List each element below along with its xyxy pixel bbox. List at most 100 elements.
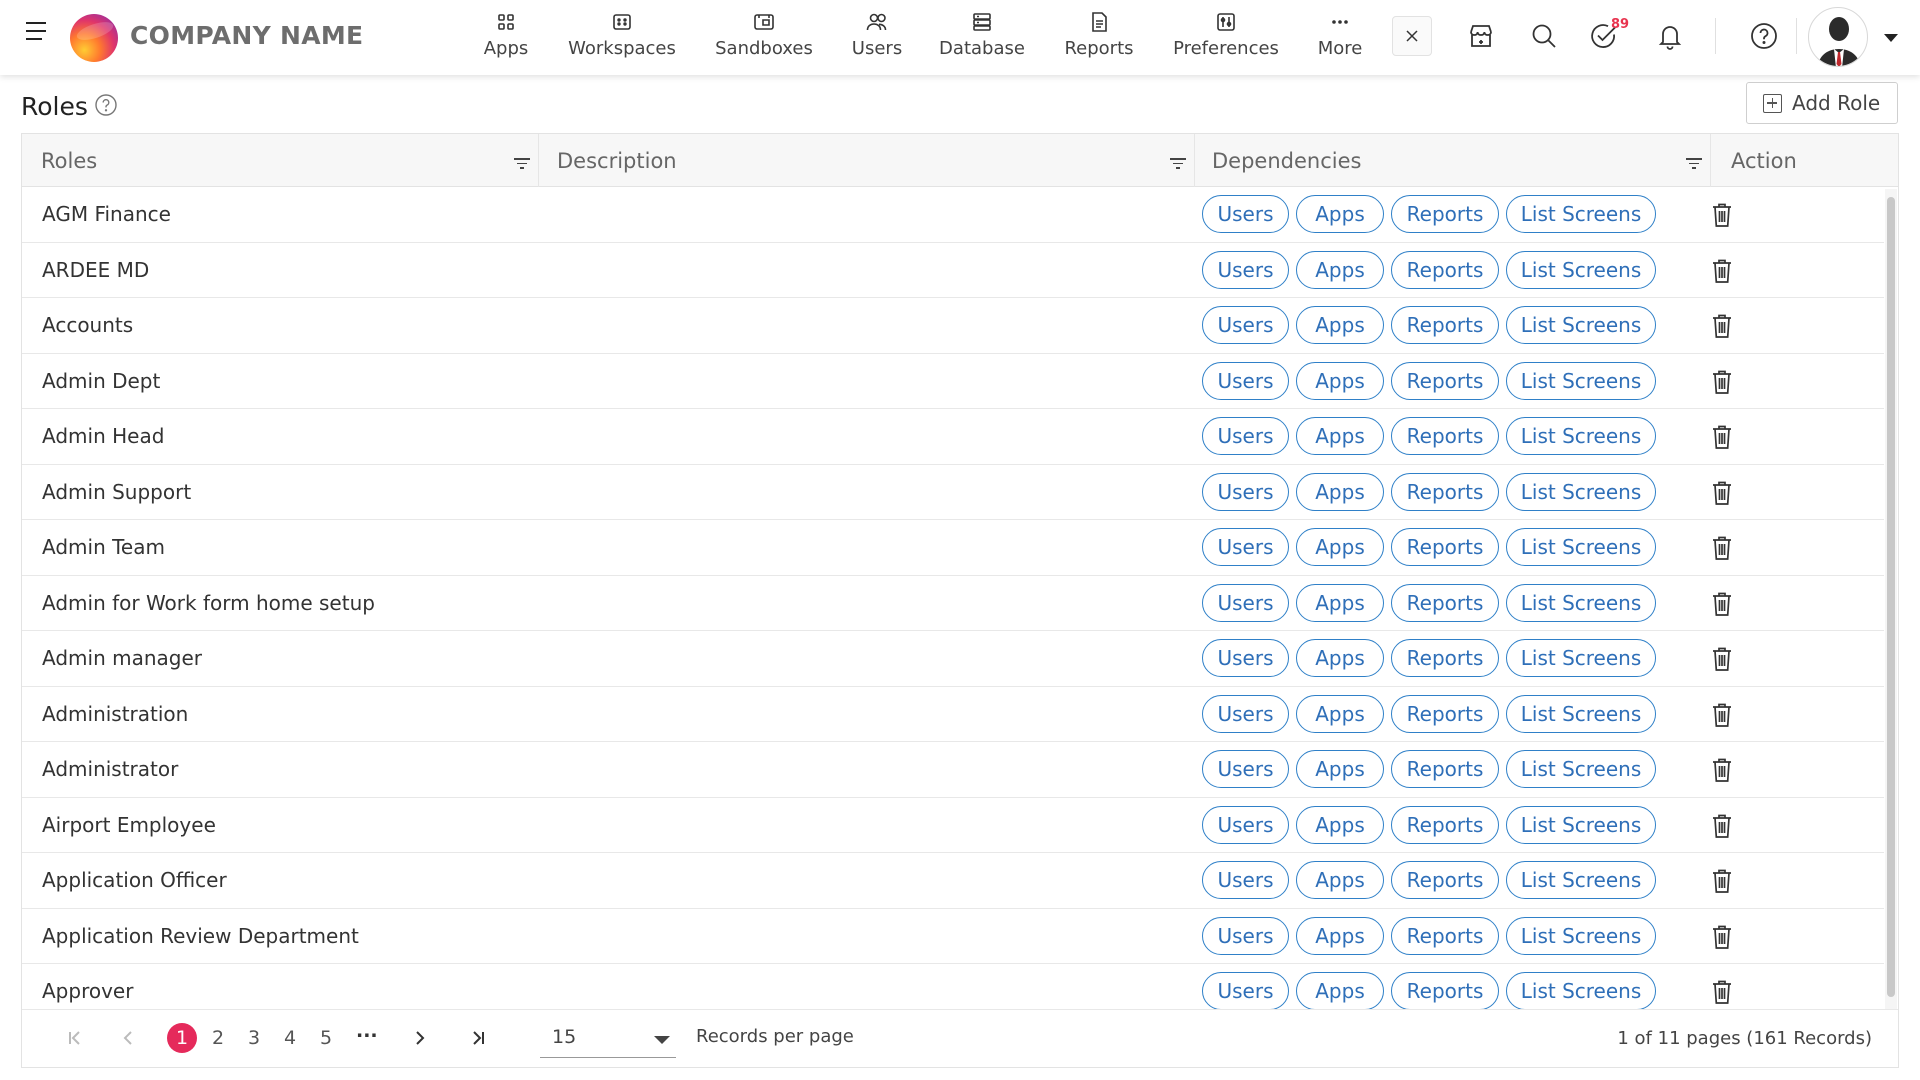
table-row[interactable]: Application Officer Users Apps Reports List … [22, 853, 1884, 909]
users-dependency-button[interactable]: Users [1202, 417, 1289, 455]
users-dependency-button[interactable]: Users [1202, 250, 1289, 289]
trash-icon[interactable] [1710, 646, 1734, 672]
nav-more[interactable]: More [1316, 10, 1364, 66]
trash-icon[interactable] [1710, 424, 1734, 450]
list-screens-dependency-button[interactable]: List Screens [1506, 694, 1656, 733]
reports-dependency-button[interactable]: Reports [1391, 528, 1499, 566]
add-role-button[interactable]: Add Role [1746, 82, 1898, 124]
column-header-dependencies[interactable]: Dependencies [1195, 134, 1711, 187]
reports-dependency-button[interactable]: Reports [1391, 361, 1499, 400]
list-screens-dependency-button[interactable]: List Screens [1506, 750, 1656, 788]
table-row[interactable]: Accounts Users Apps Reports List Screens [22, 298, 1884, 354]
trash-icon[interactable] [1710, 535, 1734, 561]
previous-page-button[interactable] [114, 1023, 144, 1053]
apps-dependency-button[interactable]: Apps [1296, 195, 1384, 233]
notifications-button[interactable] [1648, 14, 1692, 58]
chevron-down-icon[interactable] [1884, 34, 1898, 42]
nav-workspaces[interactable]: Workspaces [566, 10, 678, 66]
apps-dependency-button[interactable]: Apps [1296, 916, 1384, 955]
table-row[interactable]: Admin Head Users Apps Reports List Screens [22, 409, 1884, 465]
list-screens-dependency-button[interactable]: List Screens [1506, 639, 1656, 677]
nav-preferences[interactable]: Preferences [1172, 10, 1280, 66]
reports-dependency-button[interactable]: Reports [1391, 694, 1499, 733]
nav-users[interactable]: Users [850, 10, 904, 66]
users-dependency-button[interactable]: Users [1202, 361, 1289, 400]
list-screens-dependency-button[interactable]: List Screens [1506, 361, 1656, 400]
reports-dependency-button[interactable]: Reports [1391, 250, 1499, 289]
table-row[interactable]: ARDEE MD Users Apps Reports List Screens [22, 242, 1884, 298]
users-dependency-button[interactable]: Users [1202, 472, 1289, 511]
trash-icon[interactable] [1710, 369, 1734, 395]
users-dependency-button[interactable]: Users [1202, 694, 1289, 733]
trash-icon[interactable] [1710, 924, 1734, 950]
apps-dependency-button[interactable]: Apps [1296, 417, 1384, 455]
table-row[interactable]: Approver Users Apps Reports List Screens [22, 964, 1884, 1009]
list-screens-dependency-button[interactable]: List Screens [1506, 528, 1656, 566]
search-button[interactable] [1522, 14, 1566, 58]
apps-dependency-button[interactable]: Apps [1296, 972, 1384, 1009]
list-screens-dependency-button[interactable]: List Screens [1506, 250, 1656, 289]
table-row[interactable]: Admin Team Users Apps Reports List Screens [22, 520, 1884, 576]
avatar[interactable] [1808, 7, 1868, 67]
apps-dependency-button[interactable]: Apps [1296, 250, 1384, 289]
list-screens-dependency-button[interactable]: List Screens [1506, 972, 1656, 1009]
list-screens-dependency-button[interactable]: List Screens [1506, 583, 1656, 622]
filter-icon[interactable] [1686, 158, 1702, 170]
trash-icon[interactable] [1710, 813, 1734, 839]
table-row[interactable]: Admin manager Users Apps Reports List Screen… [22, 631, 1884, 687]
list-screens-dependency-button[interactable]: List Screens [1506, 472, 1656, 511]
page-number-2[interactable]: 2 [203, 1023, 233, 1053]
next-page-button[interactable] [404, 1023, 434, 1053]
users-dependency-button[interactable]: Users [1202, 639, 1289, 677]
table-row[interactable]: Administration Users Apps Reports List Scree… [22, 686, 1884, 742]
column-header-description[interactable]: Description [539, 134, 1195, 187]
last-page-button[interactable] [463, 1023, 493, 1053]
reports-dependency-button[interactable]: Reports [1391, 861, 1499, 899]
trash-icon[interactable] [1710, 591, 1734, 617]
trash-icon[interactable] [1710, 979, 1734, 1005]
list-screens-dependency-button[interactable]: List Screens [1506, 861, 1656, 899]
apps-dependency-button[interactable]: Apps [1296, 694, 1384, 733]
apps-dependency-button[interactable]: Apps [1296, 361, 1384, 400]
reports-dependency-button[interactable]: Reports [1391, 195, 1499, 233]
apps-dependency-button[interactable]: Apps [1296, 583, 1384, 622]
page-number-4[interactable]: 4 [275, 1023, 305, 1053]
scrollbar-thumb[interactable] [1887, 197, 1895, 997]
filter-icon[interactable] [1170, 158, 1186, 170]
list-screens-dependency-button[interactable]: List Screens [1506, 916, 1656, 955]
hamburger-menu-icon[interactable] [26, 22, 50, 46]
users-dependency-button[interactable]: Users [1202, 306, 1289, 344]
users-dependency-button[interactable]: Users [1202, 750, 1289, 788]
reports-dependency-button[interactable]: Reports [1391, 639, 1499, 677]
filter-icon[interactable] [514, 158, 530, 170]
company-logo[interactable] [70, 14, 118, 62]
trash-icon[interactable] [1710, 702, 1734, 728]
apps-dependency-button[interactable]: Apps [1296, 750, 1384, 788]
users-dependency-button[interactable]: Users [1202, 972, 1289, 1009]
first-page-button[interactable] [60, 1023, 90, 1053]
table-row[interactable]: Admin Dept Users Apps Reports List Screens [22, 353, 1884, 409]
reports-dependency-button[interactable]: Reports [1391, 583, 1499, 622]
reports-dependency-button[interactable]: Reports [1391, 805, 1499, 844]
reports-dependency-button[interactable]: Reports [1391, 750, 1499, 788]
list-screens-dependency-button[interactable]: List Screens [1506, 805, 1656, 844]
page-ellipsis[interactable]: ... [356, 1020, 378, 1042]
apps-dependency-button[interactable]: Apps [1296, 472, 1384, 511]
help-button[interactable] [1742, 14, 1786, 58]
reports-dependency-button[interactable]: Reports [1391, 306, 1499, 344]
table-row[interactable]: Application Review Department Users Apps Re… [22, 908, 1884, 964]
users-dependency-button[interactable]: Users [1202, 805, 1289, 844]
help-circle-icon[interactable] [94, 93, 118, 117]
table-row[interactable]: Administrator Users Apps Reports List Screen… [22, 742, 1884, 798]
trash-icon[interactable] [1710, 480, 1734, 506]
list-screens-dependency-button[interactable]: List Screens [1506, 417, 1656, 455]
reports-dependency-button[interactable]: Reports [1391, 916, 1499, 955]
vertical-scrollbar[interactable] [1885, 189, 1897, 1009]
reports-dependency-button[interactable]: Reports [1391, 972, 1499, 1009]
trash-icon[interactable] [1710, 313, 1734, 339]
store-button[interactable] [1459, 14, 1503, 58]
users-dependency-button[interactable]: Users [1202, 583, 1289, 622]
page-number-3[interactable]: 3 [239, 1023, 269, 1053]
list-screens-dependency-button[interactable]: List Screens [1506, 306, 1656, 344]
table-row[interactable]: Airport Employee Users Apps Reports List Scr… [22, 797, 1884, 853]
